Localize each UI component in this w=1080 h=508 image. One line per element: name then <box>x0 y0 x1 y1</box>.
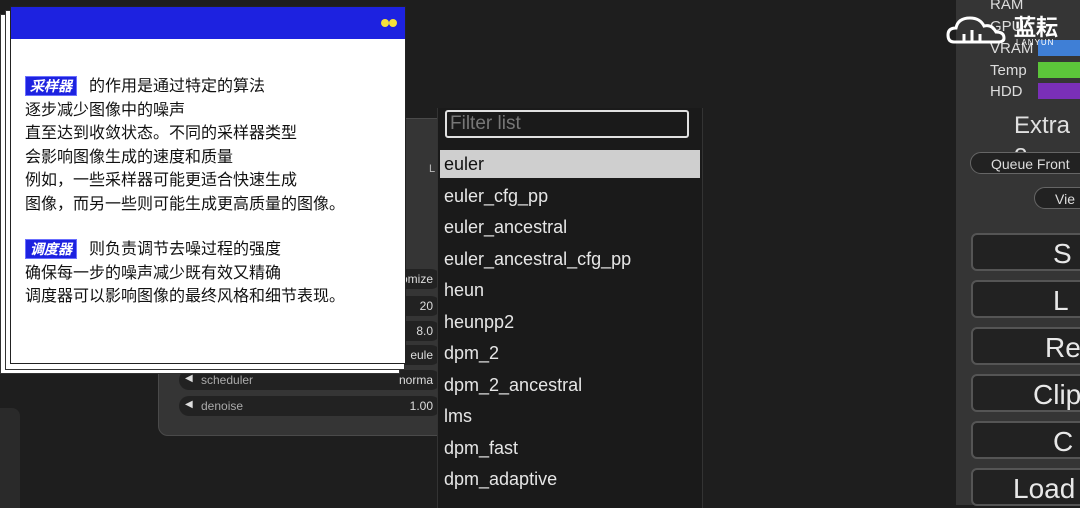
dropdown-option-selected[interactable]: euler <box>440 150 700 178</box>
side-panel-edge <box>0 408 20 508</box>
stat-temp-bar <box>1038 62 1080 78</box>
card-line: 采样器 的作用是通过特定的算法 <box>25 75 391 99</box>
dropdown-option[interactable]: euler_ancestral <box>440 213 700 241</box>
lanyun-logo: 蓝耘 LANYUN <box>946 10 1066 50</box>
dot-icon <box>389 19 397 27</box>
filter-list-input[interactable] <box>445 110 689 138</box>
save-button[interactable]: S <box>971 233 1080 271</box>
card-body: 采样器 的作用是通过特定的算法 逐步减少图像中的噪声 直至达到收敛状态。不同的采样… <box>11 39 405 309</box>
dropdown-option[interactable]: dpm_adaptive <box>440 465 700 493</box>
scheduler-tag: 调度器 <box>25 239 77 259</box>
sampler-tag: 采样器 <box>25 76 77 96</box>
info-card: 采样器 的作用是通过特定的算法 逐步减少图像中的噪声 直至达到收敛状态。不同的采样… <box>10 6 406 364</box>
cloud-logo-icon <box>946 16 1006 44</box>
arrow-left-icon[interactable]: ◀ <box>185 399 193 410</box>
field-value: norma <box>398 373 433 387</box>
card-header <box>11 7 405 39</box>
queue-panel: RAM GPU VRAM Temp HDD Extra o Queue Fron… <box>956 0 1080 506</box>
card-line: 确保每一步的噪声减少既有效又精确 <box>25 264 282 282</box>
view-button[interactable]: Vie <box>1034 187 1080 209</box>
dropdown-option[interactable]: heun <box>440 276 700 304</box>
card-line: 例如，一些采样器可能更适合快速生成 <box>25 172 298 189</box>
load-workflow-button[interactable]: L <box>971 280 1080 318</box>
card-text: 则负责调节去噪过程的强度 <box>89 241 282 258</box>
dropdown-option[interactable]: lms <box>440 402 700 430</box>
dropdown-option[interactable]: dpm_2 <box>440 339 700 367</box>
dropdown-option[interactable]: euler_ancestral_cfg_pp <box>440 245 700 273</box>
node-field-value: eule <box>410 348 433 362</box>
dropdown-option[interactable]: dpm_2_ancestral <box>440 371 700 399</box>
load-default-button[interactable]: Load <box>971 468 1080 506</box>
field-label: scheduler <box>201 373 254 387</box>
node-field-value: 20 <box>419 299 433 313</box>
dropdown-option[interactable]: euler_cfg_pp <box>440 182 700 210</box>
field-value: 1.00 <box>409 399 433 413</box>
refresh-button[interactable]: Re <box>971 327 1080 365</box>
sampler-dropdown: euler euler_cfg_pp euler_ancestral euler… <box>437 108 703 508</box>
queue-front-button[interactable]: Queue Front <box>970 152 1080 174</box>
node-field-value: 8.0 <box>416 324 433 338</box>
dropdown-option[interactable]: heunpp2 <box>440 308 700 336</box>
arrow-left-icon[interactable]: ◀ <box>185 373 193 384</box>
dropdown-option[interactable]: dpm_fast <box>440 434 700 462</box>
node-field-denoise[interactable]: ◀ denoise 1.00 <box>179 396 441 416</box>
stat-hdd-label: HDD <box>990 83 1023 100</box>
field-label: denoise <box>201 399 244 413</box>
card-text: 的作用是通过特定的算法 <box>89 78 266 95</box>
dot-icon <box>381 19 389 27</box>
card-line: 会影响图像生成的速度和质量 <box>25 148 234 166</box>
clipspace-button[interactable]: Clip <box>971 374 1080 412</box>
node-fragment-l: L <box>429 163 436 175</box>
card-line: 逐步减少图像中的噪声 <box>25 101 186 119</box>
stat-temp-label: Temp <box>990 62 1027 79</box>
card-line: 直至达到收敛状态。不同的采样器类型 <box>25 125 298 142</box>
card-line: 调度器可以影响图像的最终风格和细节表现。 <box>25 288 346 305</box>
logo-subtitle: LANYUN <box>1016 38 1055 47</box>
card-line: 调度器 则负责调节去噪过程的强度 <box>25 238 391 262</box>
stat-hdd-bar <box>1038 83 1080 99</box>
clear-button[interactable]: C <box>971 421 1080 459</box>
card-line: 图像，而另一些则可能生成更高质量的图像。 <box>25 195 346 213</box>
